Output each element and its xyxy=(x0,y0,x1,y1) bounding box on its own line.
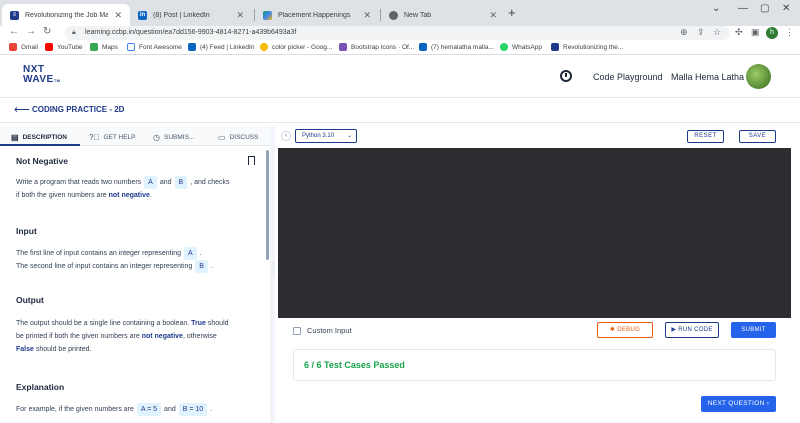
page-title: CODING PRACTICE - 2D xyxy=(32,105,125,114)
output-heading: Output xyxy=(16,295,44,305)
drag-handle-icon[interactable]: · · · · xyxy=(272,260,274,276)
run-code-button[interactable]: ▶ RUN CODE xyxy=(665,322,719,338)
submit-button[interactable]: SUBMIT xyxy=(731,322,776,338)
play-icon: ▶ xyxy=(671,327,677,333)
test-result-text: 6 / 6 Test Cases Passed xyxy=(304,360,405,370)
back-icon[interactable]: ← xyxy=(9,26,19,37)
tab-discuss[interactable]: ▭ DISCUSS xyxy=(218,133,258,142)
menu-icon[interactable]: ⋮ xyxy=(785,27,794,38)
code-playground-link[interactable]: Code Playground xyxy=(593,72,663,82)
address-bar-row: ← → ↻ 🔒︎ learning.ccbp.in/question/ea7dd… xyxy=(0,26,800,41)
bookmark-maps[interactable]: Maps xyxy=(90,43,118,51)
save-button[interactable]: SAVE xyxy=(739,130,776,143)
extensions-icon[interactable]: ✣ xyxy=(735,27,743,38)
chrome-icon xyxy=(389,10,398,20)
input-heading: Input xyxy=(16,226,37,236)
browser-tab-placement[interactable]: Placement Happenings ✕ xyxy=(255,4,379,26)
linkedin-icon xyxy=(188,43,196,51)
bootstrap-icon xyxy=(339,43,347,51)
output-description: The output should be a single line conta… xyxy=(16,320,229,353)
minimize-icon[interactable]: — xyxy=(738,3,748,14)
tab-get-help[interactable]: ?⃝ GET HELP xyxy=(89,133,135,142)
chat-icon: ▭ xyxy=(218,133,226,142)
close-icon[interactable]: ✕ xyxy=(363,10,371,21)
sidepanel-icon[interactable]: ▣ xyxy=(751,27,760,38)
folder-icon xyxy=(127,43,135,51)
bookmark-youtube[interactable]: YouTube xyxy=(45,43,83,51)
drive-icon xyxy=(263,10,272,20)
explanation-text: For example, if the given numbers are A =… xyxy=(16,403,212,416)
bookmark-colorpicker[interactable]: color picker - Goog... xyxy=(260,43,332,51)
tab-search-icon[interactable]: ⌄ xyxy=(712,3,720,14)
url-field[interactable]: 🔒︎ learning.ccbp.in/question/ea7dd156-99… xyxy=(65,26,730,40)
ccbp-icon xyxy=(551,43,559,51)
problem-title: Not Negative xyxy=(16,156,68,166)
debug-button[interactable]: ✱ DEBUG xyxy=(597,322,653,338)
nxtwave-logo[interactable]: NXT WAVETM xyxy=(23,65,61,86)
tab-description[interactable]: ▤ DESCRIPTION xyxy=(11,133,67,142)
tab-submissions[interactable]: ◷ SUBMIS... xyxy=(153,133,194,142)
stopwatch-icon[interactable] xyxy=(560,70,572,82)
google-icon xyxy=(260,43,268,51)
profile-avatar[interactable]: h xyxy=(766,27,778,39)
code-editor[interactable] xyxy=(278,148,791,318)
help-icon: ?⃝ xyxy=(89,133,100,142)
language-select[interactable]: Python 3.10 ⌄ xyxy=(295,129,357,143)
explanation-heading: Explanation xyxy=(16,382,65,392)
user-avatar[interactable] xyxy=(746,64,771,89)
window-close-icon[interactable]: ✕ xyxy=(782,3,790,14)
bookmark-ccbp[interactable]: Revolutionizing the... xyxy=(551,43,623,51)
browser-tab-ccbp[interactable]: ≡ Revolutionizing the Job Market | ✕ xyxy=(2,4,130,26)
bookmark-gmail[interactable]: Gmail xyxy=(9,43,38,51)
linkedin-icon: in xyxy=(138,10,147,20)
left-scrollbar[interactable] xyxy=(266,150,269,260)
test-result-card: 6 / 6 Test Cases Passed xyxy=(293,349,776,381)
browser-tab-linkedin[interactable]: in (8) Post | LinkedIn ✕ xyxy=(130,4,252,26)
next-question-button[interactable]: NEXT QUESTION › xyxy=(701,396,776,412)
collapse-icon[interactable]: ‹ xyxy=(281,131,291,141)
clock-icon: ◷ xyxy=(153,133,160,142)
new-tab-icon[interactable]: + xyxy=(508,5,516,20)
bookmark-fontawesome[interactable]: Font Awesome xyxy=(127,43,182,51)
install-icon[interactable]: ⊕ xyxy=(680,27,688,38)
bookmark-whatsapp[interactable]: WhatsApp xyxy=(500,43,542,51)
close-icon[interactable]: ✕ xyxy=(114,10,122,21)
linkedin-icon xyxy=(419,43,427,51)
custom-input-toggle[interactable]: Custom Input xyxy=(293,326,352,335)
reload-icon[interactable]: ↻ xyxy=(43,26,51,37)
bookmark-linkedin-profile[interactable]: (7) hemalatha malla... xyxy=(419,43,494,51)
bookmarks-bar: Gmail YouTube Maps Font Awesome (4) Feed… xyxy=(0,41,800,55)
youtube-icon xyxy=(45,43,53,51)
input-description: The first line of input contains an inte… xyxy=(16,247,213,273)
share-icon[interactable]: ⇪ xyxy=(697,27,705,38)
close-icon[interactable]: ✕ xyxy=(236,10,244,21)
forward-icon[interactable]: → xyxy=(26,26,36,37)
whatsapp-icon xyxy=(500,43,508,51)
bookmark-icon[interactable] xyxy=(248,156,255,165)
maps-icon xyxy=(90,43,98,51)
gmail-icon xyxy=(9,43,17,51)
chevron-down-icon: ⌄ xyxy=(346,133,352,139)
lock-icon: 🔒︎ xyxy=(72,29,76,36)
user-name[interactable]: Malla Hema Latha xyxy=(671,72,744,82)
back-arrow-icon[interactable]: ⟵ xyxy=(14,103,30,116)
ccbp-icon: ≡ xyxy=(10,10,19,20)
description-icon: ▤ xyxy=(11,133,19,142)
checkbox[interactable] xyxy=(293,326,301,335)
star-icon[interactable]: ☆ xyxy=(713,27,721,38)
bug-icon: ✱ xyxy=(609,327,616,333)
bookmark-linkedin-feed[interactable]: (4) Feed | LinkedIn xyxy=(188,43,254,51)
bookmark-bootstrap[interactable]: Bootstrap Icons · Of... xyxy=(339,43,414,51)
reset-button[interactable]: RESET xyxy=(687,130,724,143)
maximize-icon[interactable]: ▢ xyxy=(760,3,769,14)
browser-tab-new[interactable]: New Tab ✕ xyxy=(381,4,505,26)
close-icon[interactable]: ✕ xyxy=(489,10,497,21)
problem-statement: Write a program that reads two numbers Aa… xyxy=(16,176,230,202)
